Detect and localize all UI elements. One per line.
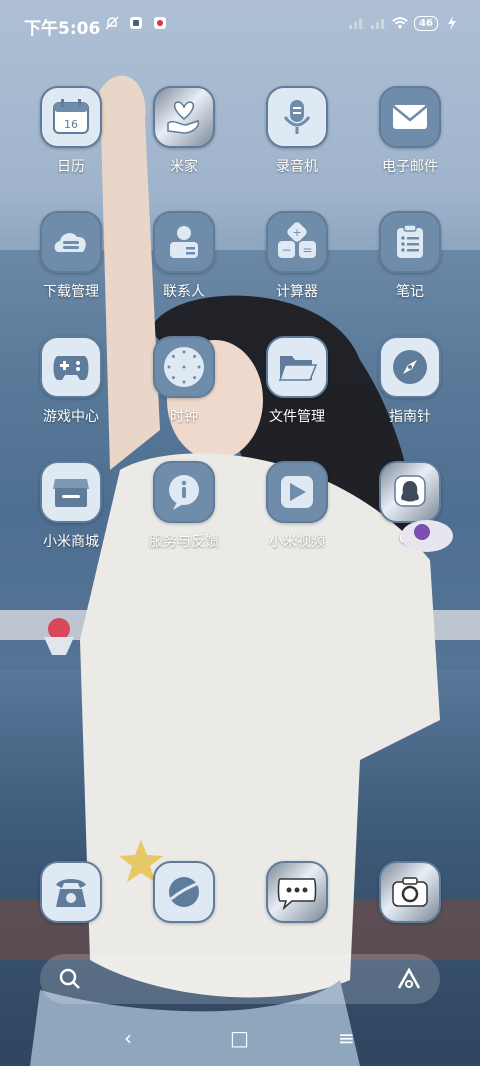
app-label: 服务与反馈 — [149, 534, 219, 550]
app-label: 录音机 — [276, 159, 318, 175]
gamepad-icon — [40, 336, 102, 398]
app-label: 下载管理 — [43, 284, 99, 300]
cloud-download-icon — [40, 211, 102, 273]
search-icon[interactable] — [58, 967, 82, 991]
app-label: 游戏中心 — [43, 409, 99, 425]
envelope-icon — [379, 86, 441, 148]
app-mivideo[interactable]: 小米视频 — [247, 461, 347, 551]
app-label: 电子邮件 — [382, 159, 438, 175]
svg-text:=: = — [302, 243, 312, 257]
app-label: 日历 — [57, 159, 85, 175]
dock-browser[interactable] — [134, 861, 234, 923]
battery-level: 46 — [414, 15, 438, 31]
app-notification-icon — [128, 15, 144, 31]
play-icon — [266, 461, 328, 523]
app-clock[interactable]: 时钟 — [134, 336, 234, 426]
app-label: 小米商城 — [43, 534, 99, 550]
contact-card-icon — [153, 211, 215, 273]
app-notification-icon-2 — [152, 15, 168, 31]
svg-text:−: − — [281, 243, 291, 257]
app-label: 时钟 — [170, 409, 198, 425]
info-icon — [153, 461, 215, 523]
app-label: 小米视频 — [269, 534, 325, 550]
app-contacts[interactable]: 联系人 — [134, 211, 234, 301]
app-games[interactable]: 游戏中心 — [21, 336, 121, 426]
mute-icon — [104, 15, 120, 31]
navigation-bar: ‹ □ ≡ — [0, 1018, 480, 1058]
nav-menu-button[interactable]: ≡ — [338, 1026, 355, 1050]
app-label: 联系人 — [163, 284, 205, 300]
status-time: 下午5:06 — [24, 19, 101, 39]
calculator-icon: + − = — [266, 211, 328, 273]
telephone-icon — [40, 861, 102, 923]
penguin-sticker — [401, 520, 453, 552]
app-email[interactable]: 电子邮件 — [360, 86, 460, 176]
dock-messages[interactable] — [247, 861, 347, 923]
signal-x-icon: x — [348, 15, 364, 31]
app-label: 计算器 — [276, 284, 318, 300]
clock-icon — [153, 336, 215, 398]
shaved-ice-sticker — [44, 618, 74, 655]
app-label: 文件管理 — [269, 409, 325, 425]
assistant-a-icon[interactable] — [396, 967, 422, 991]
app-notes[interactable]: 笔记 — [360, 211, 460, 301]
microphone-icon — [266, 86, 328, 148]
app-mistore[interactable]: 小米商城 — [21, 461, 121, 551]
app-files[interactable]: 文件管理 — [247, 336, 347, 426]
hand-heart-icon — [153, 86, 215, 148]
planet-icon — [153, 861, 215, 923]
app-calculator[interactable]: + − = 计算器 — [247, 211, 347, 301]
wifi-icon — [392, 15, 408, 31]
nav-home-button[interactable]: □ — [230, 1026, 249, 1050]
app-label: 米家 — [170, 159, 198, 175]
signal-x-icon-2: x — [370, 15, 386, 31]
app-label: 笔记 — [396, 284, 424, 300]
status-bar: 下午5:06 x x 46 — [0, 0, 480, 48]
app-recorder[interactable]: 录音机 — [247, 86, 347, 176]
search-bar[interactable] — [40, 954, 440, 1004]
nav-back-button[interactable]: ‹ — [124, 1026, 132, 1050]
app-downloads[interactable]: 下载管理 — [21, 211, 121, 301]
chat-bubble-icon — [266, 861, 328, 923]
clipboard-icon — [379, 211, 441, 273]
app-service[interactable]: 服务与反馈 — [134, 461, 234, 551]
app-label: 指南针 — [389, 409, 431, 425]
dock-phone[interactable] — [21, 861, 121, 923]
svg-text:x: x — [385, 22, 386, 30]
compass-icon — [379, 336, 441, 398]
svg-text:+: + — [292, 226, 301, 239]
app-calendar[interactable]: 16 日历 — [21, 86, 121, 176]
svg-text:16: 16 — [64, 118, 78, 131]
folder-icon — [266, 336, 328, 398]
dock-camera[interactable] — [360, 861, 460, 923]
app-mijia[interactable]: 米家 — [134, 86, 234, 176]
svg-text:x: x — [363, 22, 364, 30]
charging-icon — [444, 15, 460, 31]
camera-icon — [379, 861, 441, 923]
store-icon — [40, 461, 102, 523]
calendar-icon: 16 — [40, 86, 102, 148]
app-compass[interactable]: 指南针 — [360, 336, 460, 426]
